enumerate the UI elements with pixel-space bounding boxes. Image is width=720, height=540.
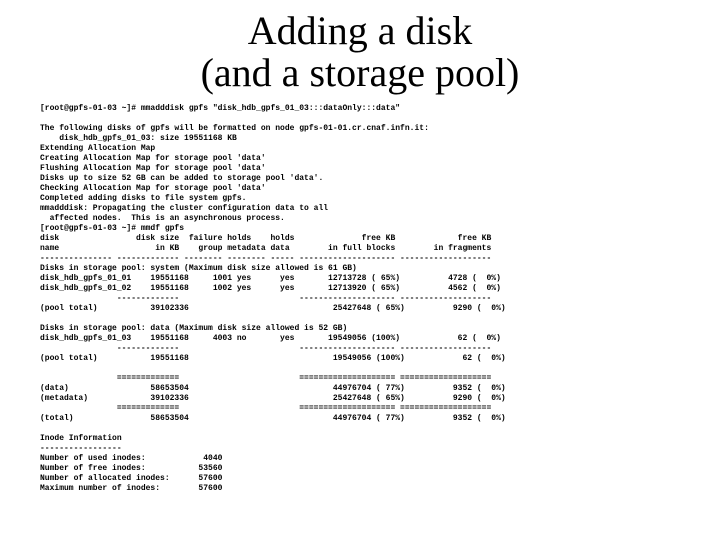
cmd-mmdf: [root@gpfs-01-03 ~]# mmdf gpfs: [40, 224, 184, 233]
inode-rule: -----------------: [40, 444, 122, 453]
summary-row: (metadata) 39102336 25427648 ( 65%) 9290…: [40, 394, 506, 403]
table-row: disk_hdb_gpfs_01_03 19551168 4003 no yes…: [40, 334, 501, 343]
out-line: The following disks of gpfs will be form…: [40, 124, 429, 133]
out-line: Flushing Allocation Map for storage pool…: [40, 164, 266, 173]
pool-total-row: (pool total) 19551168 19549056 (100%) 62…: [40, 354, 506, 363]
slide: Adding a disk (and a storage pool) [root…: [0, 0, 720, 540]
table-rule: ------------- -------------------- -----…: [40, 344, 491, 353]
table-rule: ============= ==================== =====…: [40, 374, 491, 383]
out-line: affected nodes. This is an asynchronous …: [40, 214, 285, 223]
table-rule: ------------- -------------------- -----…: [40, 294, 491, 303]
out-line: Extending Allocation Map: [40, 144, 155, 153]
inode-row: Maximum number of inodes: 57600: [40, 484, 222, 493]
table-rule: --------------- ------------- -------- -…: [40, 254, 491, 263]
slide-title: Adding a disk (and a storage pool): [40, 10, 680, 94]
out-line: disk_hdb_gpfs_01_03: size 19551168 KB: [40, 134, 237, 143]
table-header: disk disk size failure holds holds free …: [40, 234, 491, 243]
title-line-2: (and a storage pool): [201, 50, 520, 95]
table-rule: ============= ==================== =====…: [40, 404, 491, 413]
total-row: (total) 58653504 44976704 ( 77%) 9352 ( …: [40, 414, 506, 423]
pool-system-header: Disks in storage pool: system (Maximum d…: [40, 264, 357, 273]
out-line: Checking Allocation Map for storage pool…: [40, 184, 266, 193]
table-row: disk_hdb_gpfs_01_02 19551168 1002 yes ye…: [40, 284, 501, 293]
terminal-output: [root@gpfs-01-03 ~]# mmadddisk gpfs "dis…: [40, 104, 680, 494]
inode-header: Inode Information: [40, 434, 122, 443]
pool-total-row: (pool total) 39102336 25427648 ( 65%) 92…: [40, 304, 506, 313]
inode-row: Number of free inodes: 53560: [40, 464, 222, 473]
out-line: Creating Allocation Map for storage pool…: [40, 154, 266, 163]
table-row: disk_hdb_gpfs_01_01 19551168 1001 yes ye…: [40, 274, 501, 283]
inode-row: Number of allocated inodes: 57600: [40, 474, 222, 483]
out-line: Completed adding disks to file system gp…: [40, 194, 246, 203]
inode-row: Number of used inodes: 4040: [40, 454, 222, 463]
out-line: mmadddisk: Propagating the cluster confi…: [40, 204, 328, 213]
out-line: Disks up to size 52 GB can be added to s…: [40, 174, 323, 183]
title-line-1: Adding a disk: [248, 8, 472, 53]
cmd-mmadddisk: [root@gpfs-01-03 ~]# mmadddisk gpfs "dis…: [40, 104, 400, 113]
pool-data-header: Disks in storage pool: data (Maximum dis…: [40, 324, 347, 333]
table-header: name in KB group metadata data in full b…: [40, 244, 491, 253]
summary-row: (data) 58653504 44976704 ( 77%) 9352 ( 0…: [40, 384, 506, 393]
